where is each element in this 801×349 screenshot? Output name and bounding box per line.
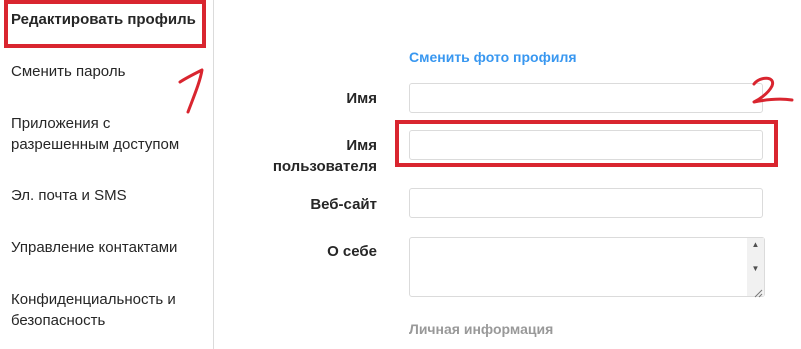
bio-textarea[interactable] [410,238,746,296]
sidebar-item-manage-contacts[interactable]: Управление контактами [11,237,207,258]
resize-grip-icon[interactable] [753,285,763,298]
settings-sidebar: Редактировать профиль Сменить пароль При… [0,0,214,349]
sidebar-item-authorized-apps[interactable]: Приложения с разрешенным доступом [11,113,201,155]
personal-info-heading: Личная информация [409,321,554,337]
annotation-marker-2 [750,74,794,106]
edit-profile-page: Редактировать профиль Сменить пароль При… [0,0,801,349]
name-label: Имя [346,90,377,107]
change-profile-photo-link[interactable]: Сменить фото профиля [409,48,577,66]
scroll-down-arrow-icon[interactable]: ▼ [747,262,764,276]
website-input[interactable] [409,188,763,218]
sidebar-item-privacy-security[interactable]: Конфиденциальность и безопасность [11,289,201,331]
website-label: Веб-сайт [310,196,377,213]
annotation-marker-1 [172,66,212,114]
scroll-up-arrow-icon[interactable]: ▲ [747,238,764,252]
annotation-box-2 [395,120,778,167]
bio-field: ▲ ▼ [409,237,765,298]
bio-label: О себе [327,243,377,260]
username-label: Имя пользователя [272,137,377,175]
annotation-box-1 [4,0,206,48]
name-input[interactable] [409,83,763,113]
sidebar-item-email-sms[interactable]: Эл. почта и SMS [11,185,207,206]
